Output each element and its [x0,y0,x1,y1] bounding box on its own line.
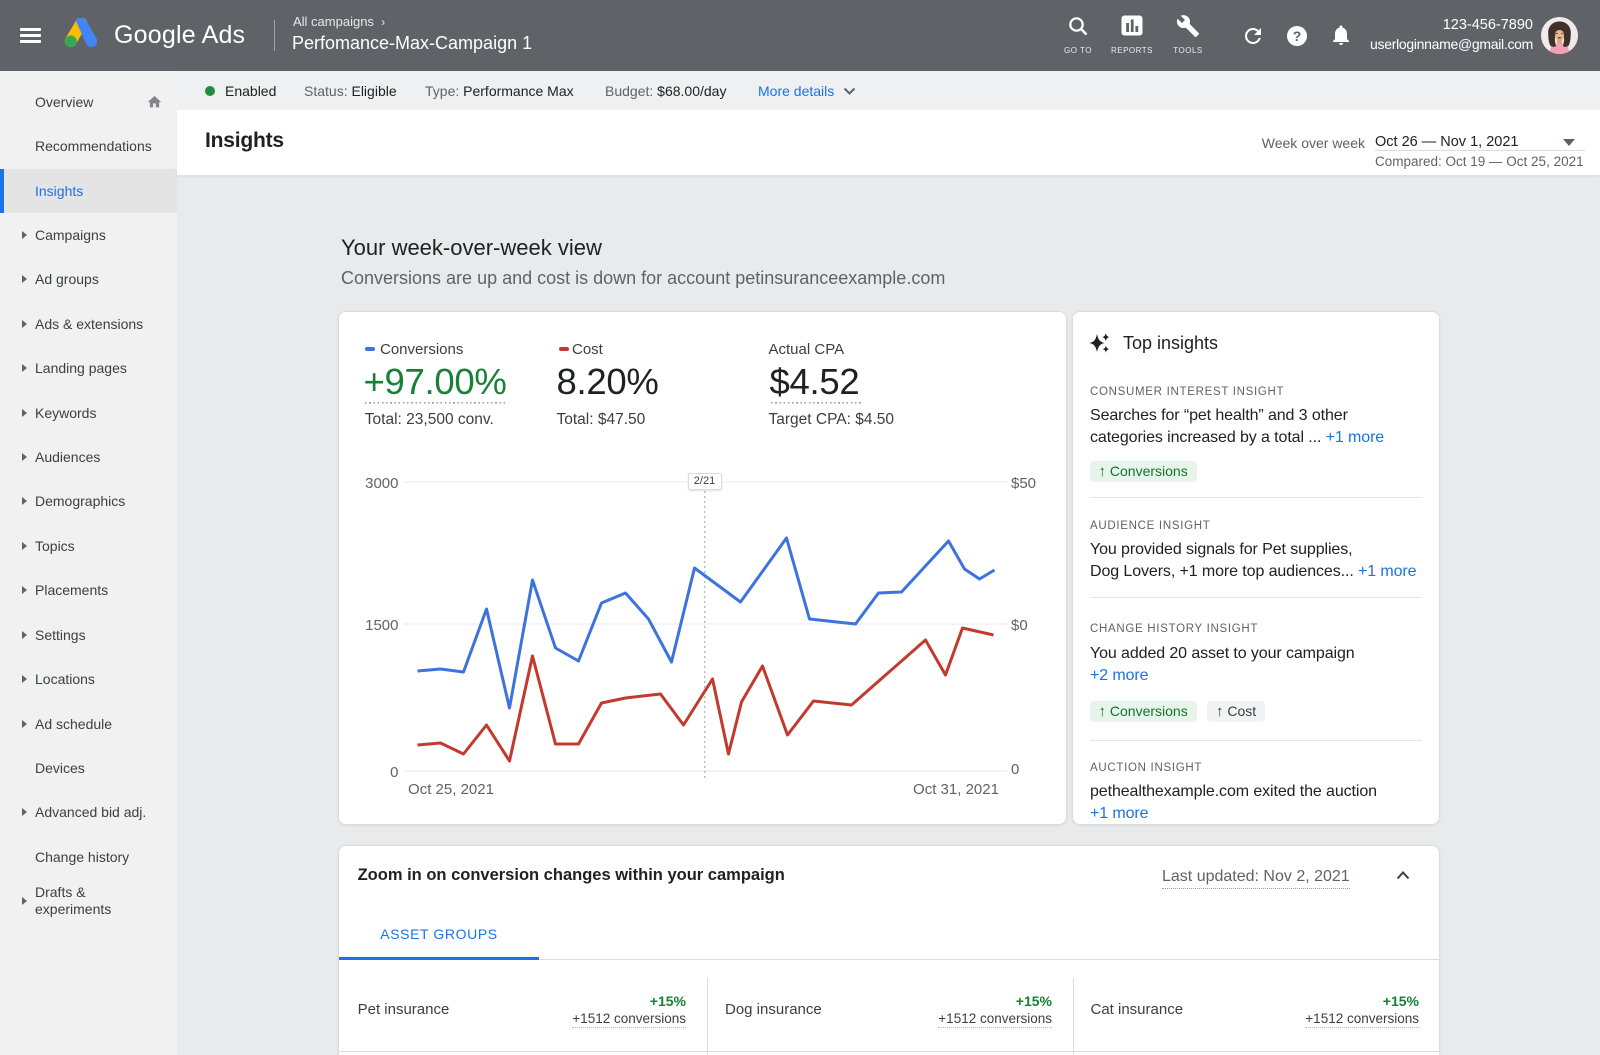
svg-text:?: ? [1293,28,1302,44]
